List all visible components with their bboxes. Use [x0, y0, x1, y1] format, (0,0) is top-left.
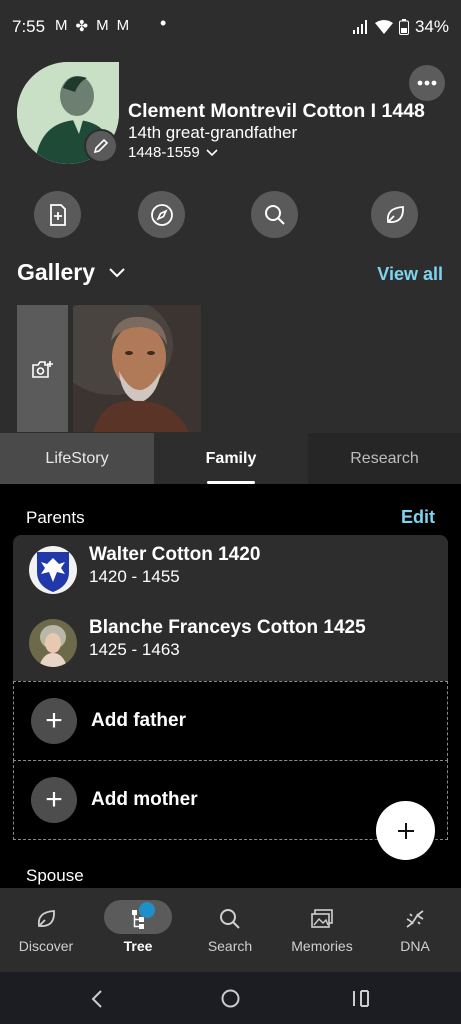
parents-title: Parents — [26, 508, 85, 527]
more-options-button[interactable] — [409, 65, 445, 101]
edit-photo-button[interactable] — [84, 129, 118, 163]
parents-card: Walter Cotton 1420 1420 - 1455 Blanche F… — [13, 535, 448, 681]
more-dots-icon — [417, 80, 437, 86]
notification-icons: M ✤ M M — [55, 17, 129, 35]
nav-discover[interactable]: Discover — [0, 888, 92, 972]
battery-icon — [398, 19, 409, 35]
gallery-title: Gallery — [17, 259, 95, 285]
portrait-image — [73, 305, 201, 432]
nav-dna[interactable]: DNA — [369, 888, 461, 972]
leaf-icon — [37, 910, 55, 927]
add-photo-button[interactable] — [17, 305, 68, 432]
hints-button[interactable] — [371, 191, 418, 238]
home-icon[interactable] — [221, 989, 240, 1008]
parent-row-father[interactable]: Walter Cotton 1420 1420 - 1455 — [13, 535, 448, 605]
nav-tree-label: Tree — [123, 938, 153, 954]
mother-dates: 1425 - 1463 — [89, 640, 180, 659]
add-photo-icon — [31, 360, 53, 378]
pinwheel-icon: ✤ — [75, 18, 89, 35]
leaf-icon — [386, 205, 404, 223]
view-all-link[interactable]: View all — [377, 264, 443, 285]
search-icon — [264, 204, 285, 225]
gmail-icon: M — [116, 17, 130, 34]
notification-badge — [139, 902, 155, 918]
gallery-header[interactable]: Gallery — [17, 259, 125, 286]
add-father-row[interactable]: + Add father — [13, 681, 448, 761]
mother-name: Blanche Franceys Cotton 1425 — [89, 617, 366, 638]
dna-icon — [406, 910, 424, 928]
signal-icon — [352, 20, 367, 34]
person-relation: 14th great-grandfather — [128, 123, 298, 142]
system-status: 34% — [352, 17, 449, 37]
plus-icon: + — [31, 698, 77, 744]
recents-icon[interactable] — [352, 990, 370, 1007]
person-dates-toggle[interactable]: 1448-1559 — [128, 144, 218, 161]
chevron-down-icon — [109, 267, 125, 277]
chevron-down-icon — [206, 148, 218, 156]
search-person-button[interactable] — [251, 191, 298, 238]
search-icon — [220, 909, 240, 929]
back-icon[interactable] — [91, 990, 103, 1008]
nav-search[interactable]: Search — [184, 888, 276, 972]
nav-memories[interactable]: Memories — [276, 888, 368, 972]
parent-row-mother[interactable]: Blanche Franceys Cotton 1425 1425 - 1463 — [13, 608, 448, 678]
plus-icon — [397, 822, 414, 839]
status-bar: 7:55 M ✤ M M • 34% — [0, 0, 461, 52]
add-document-icon — [49, 203, 66, 226]
explore-button[interactable] — [138, 191, 185, 238]
nav-discover-label: Discover — [18, 938, 74, 954]
person-dates: 1448-1559 — [128, 144, 200, 161]
edit-parents-link[interactable]: Edit — [401, 507, 435, 528]
nav-memories-label: Memories — [291, 938, 353, 954]
gallery-photo[interactable] — [73, 305, 201, 432]
father-dates: 1420 - 1455 — [89, 567, 180, 586]
status-time: 7:55 — [12, 17, 46, 36]
person-name: Clement Montrevil Cotton I 1448 — [128, 100, 425, 122]
spouse-title: Spouse — [26, 866, 84, 885]
photos-icon — [311, 909, 333, 928]
nav-dna-label: DNA — [400, 938, 430, 954]
coat-of-arms-avatar — [29, 546, 77, 594]
tab-lifestory[interactable]: LifeStory — [0, 433, 154, 484]
plus-icon: + — [31, 777, 77, 823]
nav-tree[interactable]: Tree — [92, 888, 184, 972]
gmail-icon: M — [55, 17, 68, 34]
bottom-navigation: Discover Tree Search Memories DNA — [0, 888, 461, 972]
profile-tabs: LifeStory Family Research — [0, 433, 461, 484]
system-navigation-bar — [0, 972, 461, 1024]
wifi-icon — [374, 20, 393, 34]
add-mother-label: Add mother — [91, 789, 198, 810]
nav-search-label: Search — [207, 938, 253, 954]
battery-percent: 34% — [414, 17, 449, 36]
add-father-label: Add father — [91, 710, 186, 731]
tab-family[interactable]: Family — [154, 433, 308, 484]
tab-research[interactable]: Research — [308, 433, 461, 484]
add-fab-button[interactable] — [376, 801, 435, 860]
pencil-icon — [93, 138, 109, 154]
compass-icon — [150, 203, 173, 226]
more-notifications-dot: • — [160, 13, 167, 33]
gmail-icon: M — [96, 17, 109, 34]
portrait-avatar — [29, 619, 77, 667]
add-record-button[interactable] — [34, 191, 81, 238]
father-name: Walter Cotton 1420 — [89, 544, 261, 565]
